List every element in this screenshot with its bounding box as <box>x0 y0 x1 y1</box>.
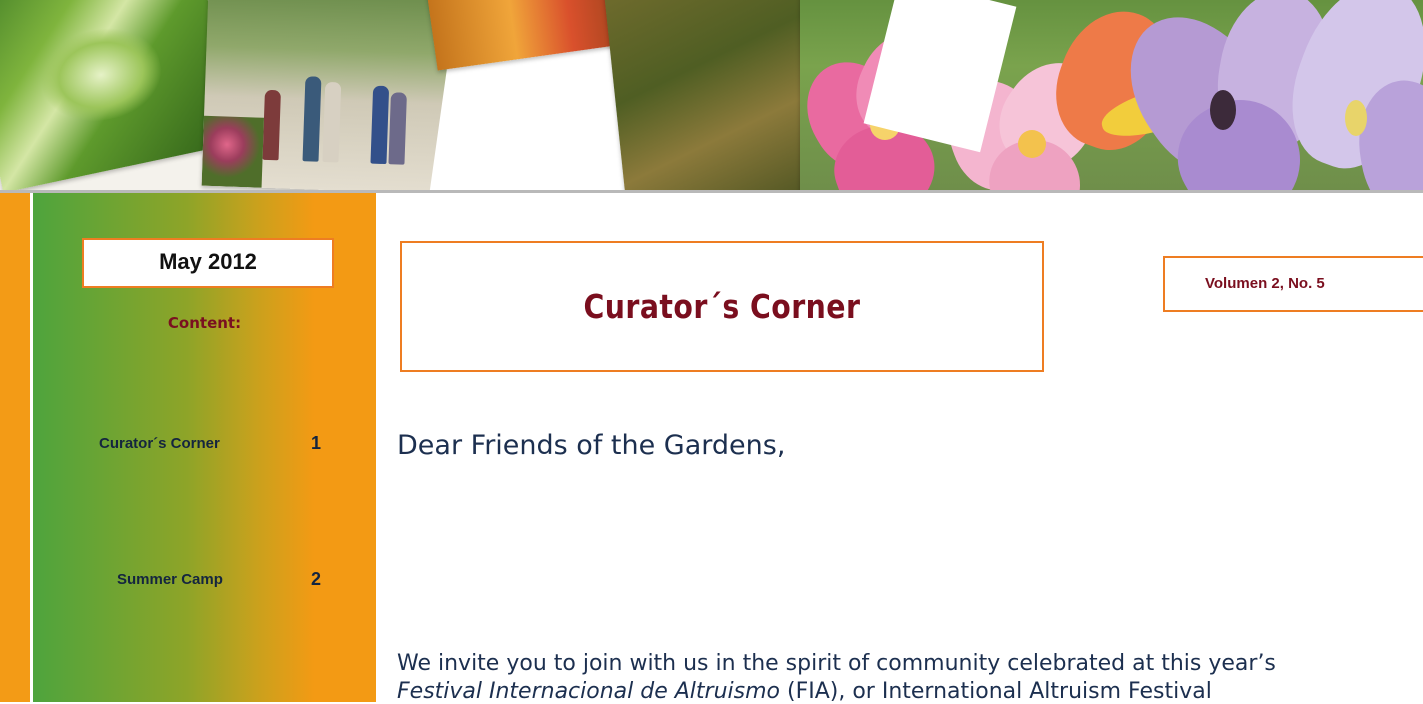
toc-item-label: Curator´s Corner <box>99 435 220 452</box>
toc-item-page: 1 <box>311 433 322 453</box>
sidebar: May 2012 Content: Curator´s Corner 1 Sum… <box>33 193 376 702</box>
issue-date-box: May 2012 <box>82 238 334 288</box>
toc-item-page: 2 <box>311 569 322 589</box>
left-accent-strip <box>0 193 30 702</box>
visitors-path-photo <box>201 0 454 192</box>
volume-box: Volumen 2, No. 5 <box>1163 256 1423 312</box>
greeting-text: Dear Friends of the Gardens, <box>397 430 786 461</box>
banner-photo-collage <box>0 0 1423 192</box>
festival-name: Festival Internacional de Altruismo <box>397 679 780 704</box>
article-title: Curator´s Corner <box>583 287 861 326</box>
festival-description: (FIA), or International Altruism Festiva… <box>780 679 1212 704</box>
article-title-box: Curator´s Corner <box>400 241 1044 372</box>
contents-heading: Content: <box>167 314 242 332</box>
body-paragraph-line: Festival Internacional de Altruismo (FIA… <box>397 679 1423 704</box>
toc-item-label: Summer Camp <box>117 571 223 588</box>
body-paragraph-line: We invite you to join with us in the spi… <box>397 651 1276 676</box>
